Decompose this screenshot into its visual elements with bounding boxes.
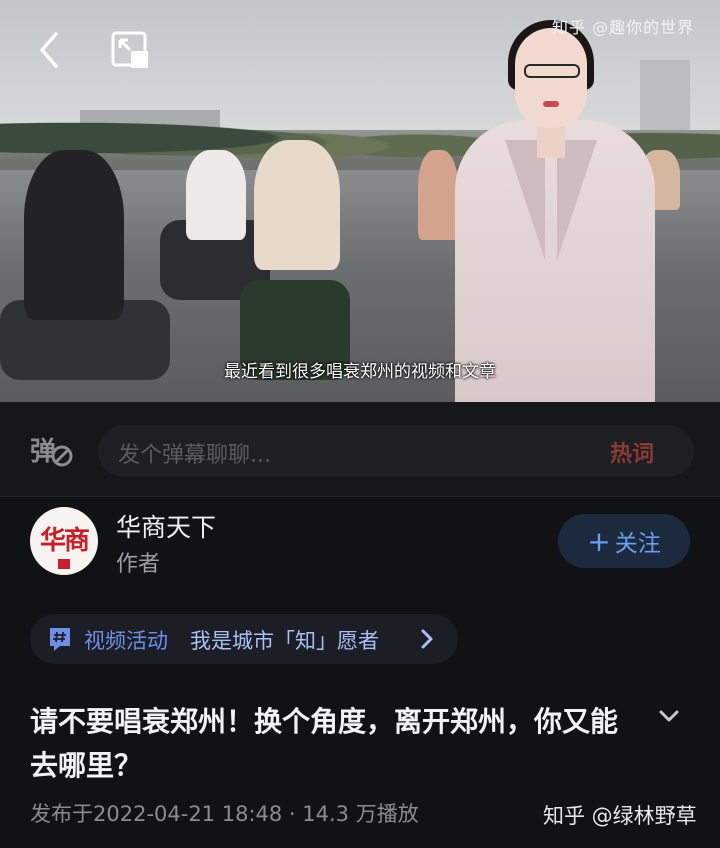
video-subtitle: 最近看到很多唱衰郑州的视频和文章 <box>224 362 496 382</box>
back-icon[interactable] <box>36 30 64 70</box>
anchor-lips <box>543 101 559 107</box>
rider <box>418 150 458 240</box>
video-watermark: 知乎 @趣你的世界 <box>552 18 695 37</box>
rider <box>254 140 340 270</box>
post-meta: 发布于2022-04-21 18:48 · 14.3 万播放 <box>30 802 419 826</box>
activity-label: 我是城市「知」愿者 <box>190 629 379 653</box>
author-role: 作者 <box>116 552 161 577</box>
floating-window-icon[interactable] <box>110 30 150 70</box>
footer-watermark: 知乎 @绿林野草 <box>543 804 697 828</box>
danmaku-toggle-icon[interactable]: 弹 <box>30 432 74 468</box>
avatar-logo-mark <box>58 559 70 569</box>
follow-label: 关注 <box>614 531 661 557</box>
rider <box>186 150 246 240</box>
follow-button[interactable]: + 关注 <box>558 514 690 568</box>
divider <box>0 496 720 497</box>
author-name[interactable]: 华商天下 <box>116 508 216 544</box>
chevron-down-icon[interactable] <box>658 708 680 724</box>
anchor-face <box>515 28 587 128</box>
avatar[interactable]: 华商 <box>30 507 98 575</box>
post-title: 请不要唱衰郑州！换个角度，离开郑州，你又能去哪里？ <box>30 705 619 782</box>
rider <box>24 150 124 320</box>
svg-text:弹: 弹 <box>30 437 56 467</box>
video-player[interactable]: 最近看到很多唱衰郑州的视频和文章 知乎 @趣你的世界 <box>0 0 720 402</box>
activity-tag: 视频活动 <box>84 629 168 653</box>
danmaku-placeholder: 发个弹幕聊聊... <box>118 443 271 468</box>
anchor-glasses <box>524 64 580 78</box>
hot-words-button[interactable]: 热词 <box>610 436 654 468</box>
anchor-lapel <box>557 140 597 260</box>
plus-icon: + <box>587 524 611 558</box>
anchor-lapel <box>505 140 545 260</box>
avatar-logo-text: 华商 <box>39 526 90 556</box>
chevron-right-icon <box>420 628 434 650</box>
hashtag-icon <box>48 626 72 652</box>
